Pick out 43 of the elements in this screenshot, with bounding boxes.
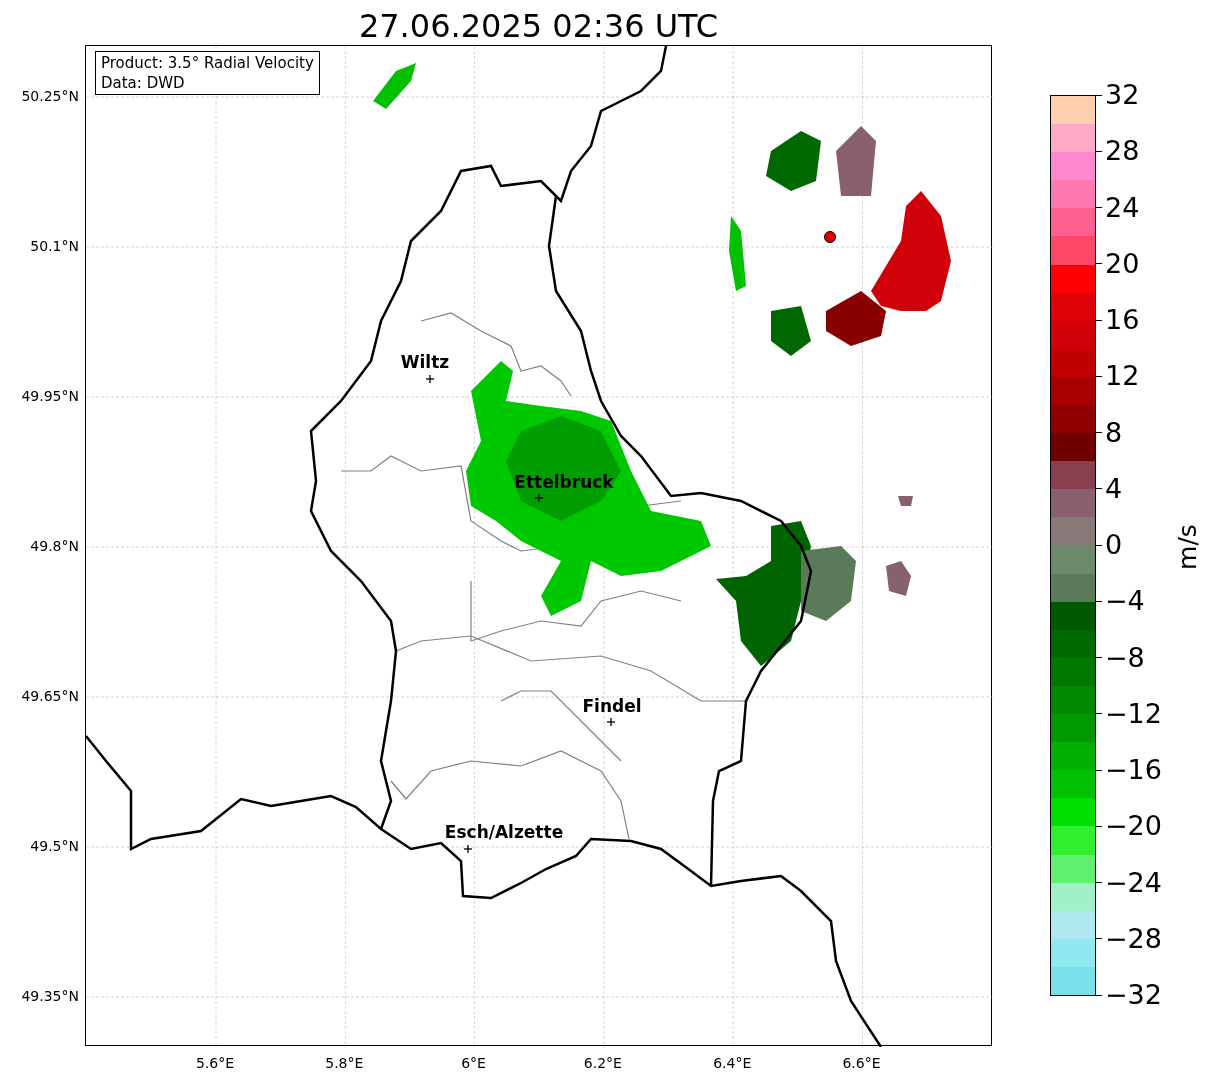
colorbar-tick-label: −24 (1105, 866, 1162, 899)
colorbar-tick-label: −32 (1105, 979, 1162, 1011)
city-marker-icon (606, 717, 616, 727)
city-marker-icon (463, 844, 473, 854)
colorbar-tick-label: −8 (1105, 641, 1145, 674)
colorbar-axis-label: m/s (1173, 524, 1202, 570)
city-marker-icon (425, 374, 435, 384)
colorbar-tick-label: 12 (1105, 360, 1140, 393)
city-label: Findel (582, 696, 642, 716)
colorbar-tick-label: −16 (1105, 754, 1162, 786)
colorbar-tick-label: 8 (1105, 416, 1123, 449)
longitude-label: 6.4°E (713, 1054, 752, 1072)
city-label: Esch/Alzette (444, 822, 564, 842)
city-marker-icon (534, 493, 544, 503)
colorbar-tick-label: −28 (1105, 922, 1162, 955)
city-label: Wiltz (400, 352, 450, 372)
colorbar-tick-label: −12 (1105, 697, 1162, 730)
longitude-label: 6.6°E (842, 1054, 881, 1072)
colorbar-tick-label: 0 (1105, 529, 1123, 561)
colorbar-tick-label: −4 (1105, 585, 1145, 618)
colorbar-tick-label: 16 (1105, 304, 1140, 336)
colorbar-tick-label: 4 (1105, 472, 1123, 505)
colorbar-tick-label: −20 (1105, 810, 1162, 843)
city-label: Ettelbruck (514, 472, 614, 492)
info-text: Product: 3.5° Radial Velocity (101, 53, 314, 73)
radar-site-marker (824, 231, 836, 243)
latitude-label: 50.1°N (30, 237, 79, 255)
info-text: Data: DWD (101, 73, 186, 93)
latitude-label: 49.8°N (30, 537, 79, 555)
latitude-label: 49.5°N (30, 837, 79, 855)
longitude-label: 5.8°E (325, 1054, 364, 1072)
plot-title: 27.06.2025 02:36 UTC (357, 6, 720, 47)
latitude-label: 49.95°N (21, 387, 79, 405)
colorbar-tick-label: 28 (1105, 135, 1140, 168)
latitude-label: 49.35°N (21, 987, 79, 1005)
latitude-label: 49.65°N (21, 687, 79, 705)
colorbar-tick-label: 32 (1105, 79, 1140, 111)
longitude-label: 5.6°E (195, 1054, 235, 1072)
longitude-label: 6°E (461, 1054, 486, 1072)
longitude-label: 6.2°E (583, 1054, 622, 1072)
colorbar-tick-label: 20 (1105, 247, 1140, 280)
colorbar-tick-label: 24 (1105, 191, 1140, 224)
latitude-label: 50.25°N (21, 87, 79, 105)
